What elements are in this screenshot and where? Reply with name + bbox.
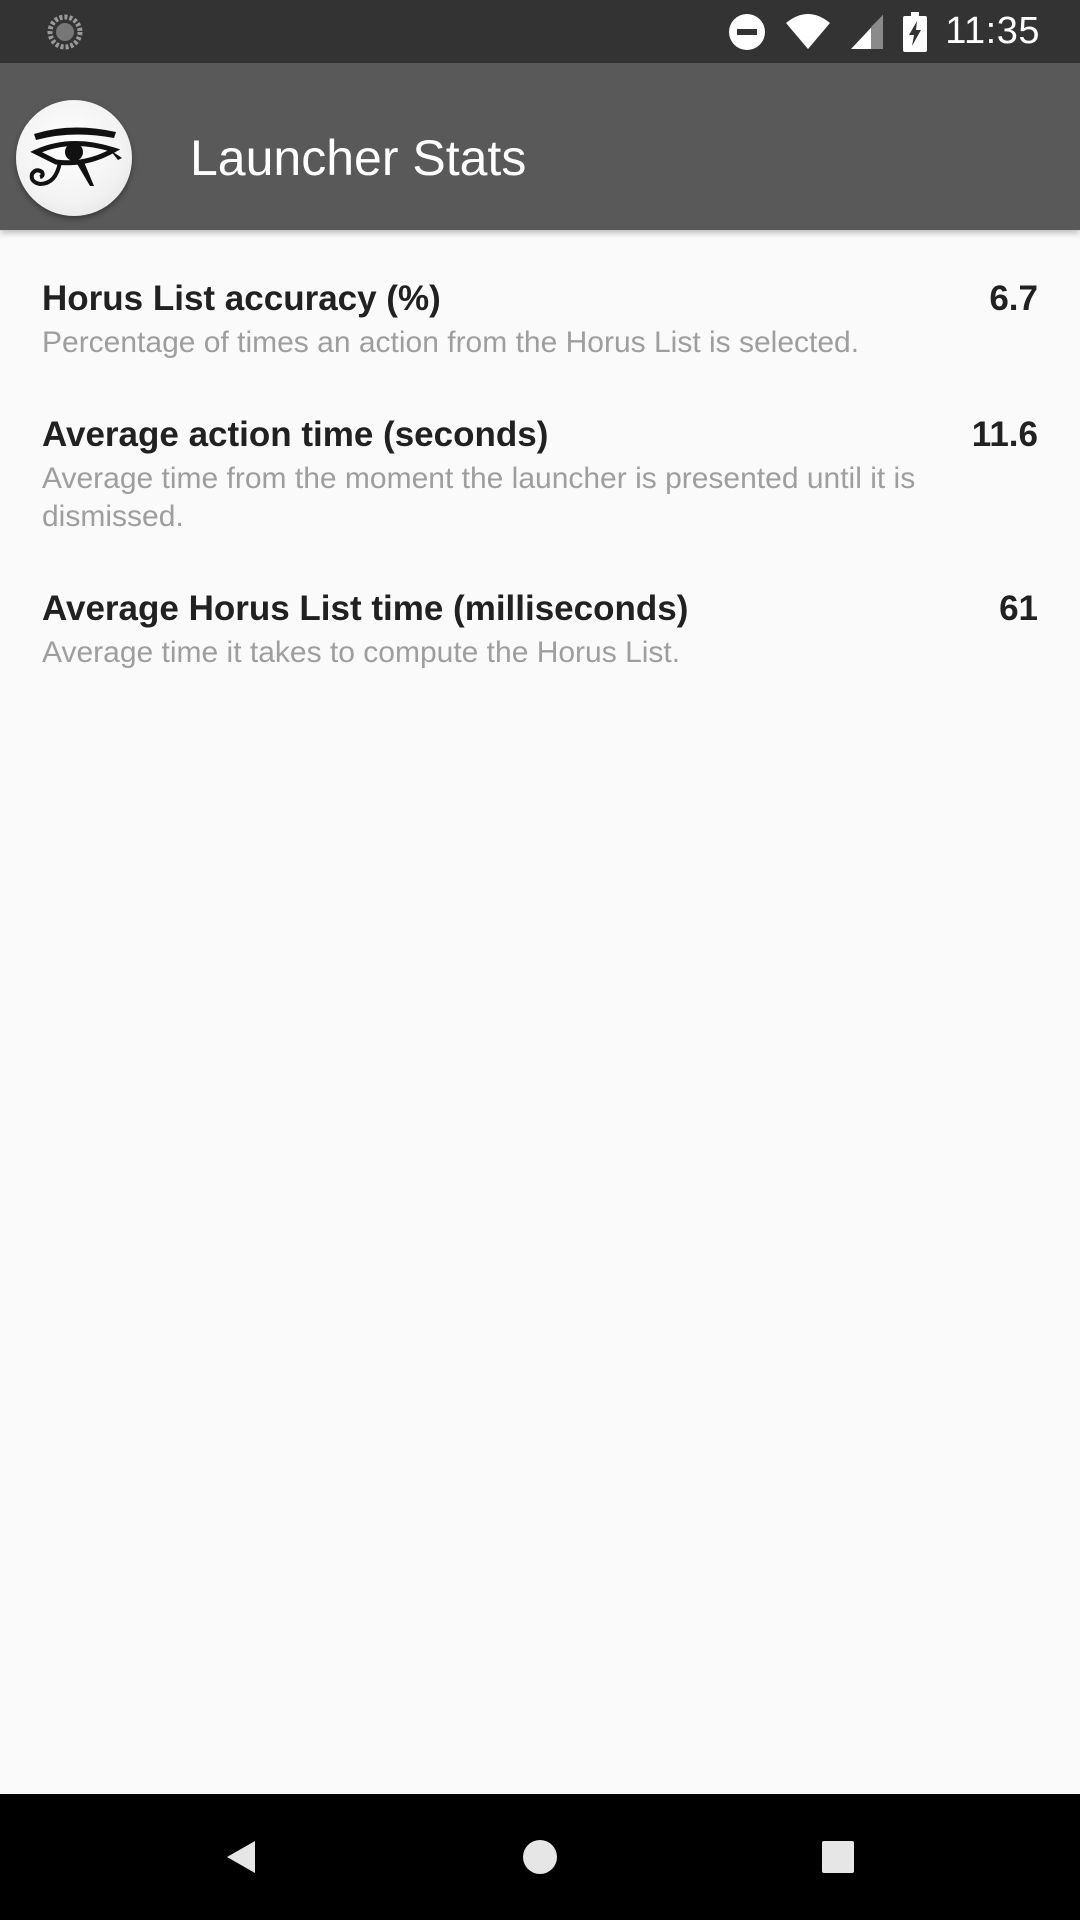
recents-icon[interactable] — [808, 1827, 868, 1887]
signal-icon — [849, 13, 885, 51]
stat-description: Average time from the moment the launche… — [42, 462, 916, 533]
app-bar: Launcher Stats — [0, 63, 1080, 230]
do-not-disturb-icon — [727, 12, 767, 52]
navigation-bar — [0, 1794, 1080, 1920]
stat-title: Horus List accuracy (%) — [42, 279, 441, 318]
stat-item-horus-list-time[interactable]: Average Horus List time (milliseconds) 6… — [42, 588, 1038, 708]
app-title: Launcher Stats — [190, 130, 527, 186]
eye-of-horus-icon[interactable] — [16, 100, 132, 216]
stat-title: Average Horus List time (milliseconds) — [42, 589, 689, 628]
status-icons: 11:35 — [727, 0, 1040, 63]
stat-item-horus-accuracy[interactable]: Horus List accuracy (%) 6.7 Percentage o… — [42, 278, 1038, 398]
stat-value: 6.7 — [989, 279, 1038, 318]
stat-value: 61 — [999, 589, 1038, 628]
stat-title: Average action time (seconds) — [42, 415, 549, 454]
stat-item-action-time[interactable]: Average action time (seconds) 11.6 Avera… — [42, 414, 1038, 564]
stat-description: Percentage of times an action from the H… — [42, 326, 860, 359]
stat-description: Average time it takes to compute the Hor… — [42, 636, 681, 669]
home-icon[interactable] — [510, 1827, 570, 1887]
wifi-icon — [785, 13, 831, 51]
screen: 11:35 Launcher Stats Horus List accuracy… — [0, 0, 1080, 1920]
battery-charging-icon — [903, 11, 928, 52]
stat-value: 11.6 — [971, 415, 1038, 454]
back-icon[interactable] — [211, 1827, 271, 1887]
sync-icon — [47, 14, 83, 50]
status-time: 11:35 — [945, 10, 1040, 52]
status-bar: 11:35 — [0, 0, 1080, 63]
